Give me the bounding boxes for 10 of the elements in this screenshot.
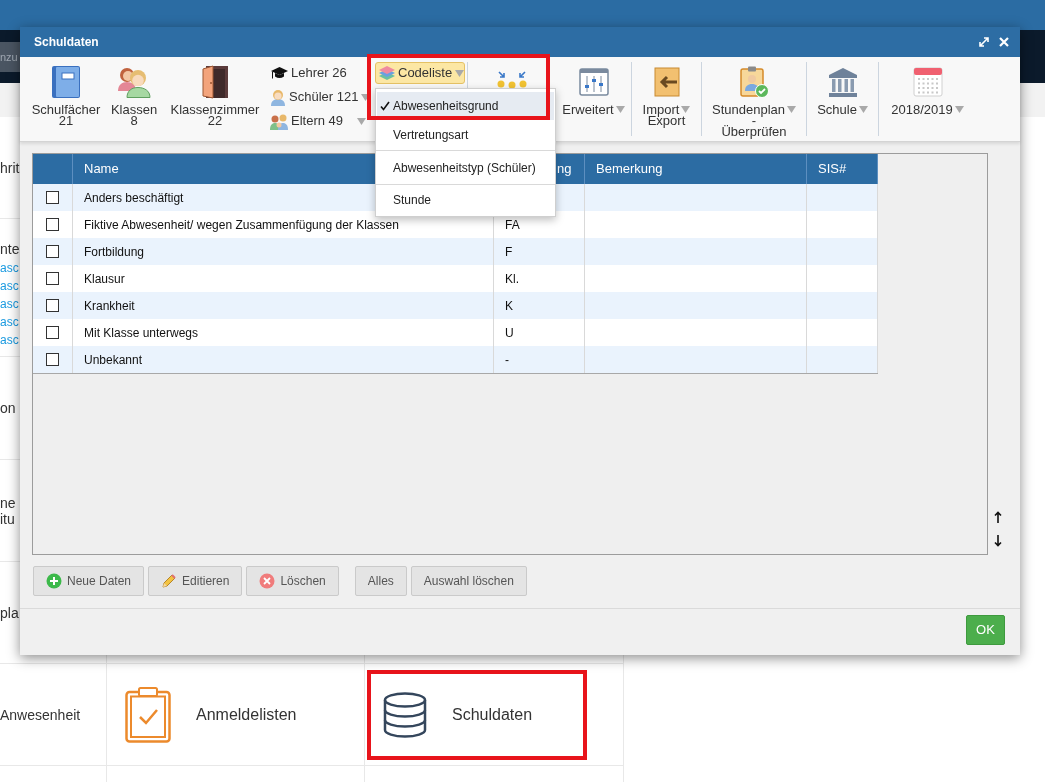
table-cell: Unbekannt xyxy=(73,346,494,373)
table-cell: - xyxy=(494,346,585,373)
menu-label: hrit xyxy=(0,159,20,176)
menu-label: itu xyxy=(0,510,15,527)
menu-label: ne xyxy=(0,494,16,511)
menu-label: pla xyxy=(0,604,19,621)
menu-label: Anwesenheit xyxy=(0,706,81,723)
menu-label: on xyxy=(0,400,16,416)
window-title: Schuldaten xyxy=(34,34,99,51)
menu-label: nte xyxy=(0,241,20,257)
